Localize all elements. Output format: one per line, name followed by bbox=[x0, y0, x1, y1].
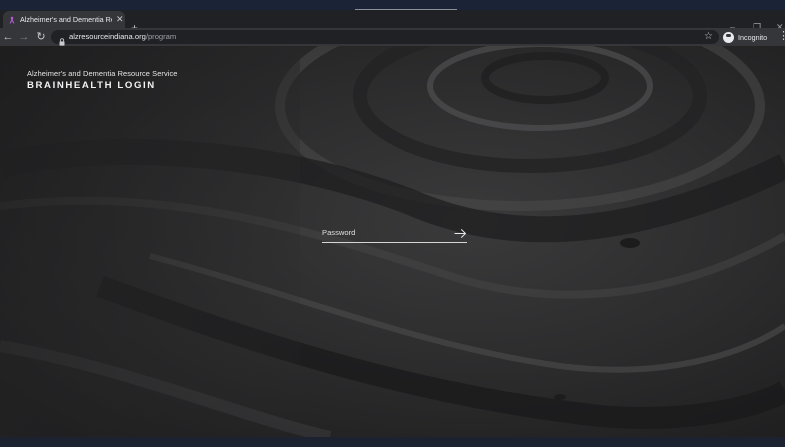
purple-ribbon-icon bbox=[8, 16, 16, 24]
browser-window: Alzheimer's and Dementia Resou ✕ + ⌄ – ❐… bbox=[0, 0, 785, 447]
url-text[interactable]: alzresourceindiana.org/program bbox=[69, 32, 176, 42]
close-icon[interactable]: ✕ bbox=[116, 15, 124, 24]
tab-bar: Alzheimer's and Dementia Resou ✕ + ⌄ – ❐… bbox=[0, 10, 785, 34]
top-strip bbox=[0, 0, 785, 10]
url-path: /program bbox=[145, 32, 177, 41]
url-domain: alzresourceindiana.org bbox=[69, 32, 146, 41]
address-bar[interactable]: alzresourceindiana.org/program ☆ bbox=[51, 30, 719, 46]
incognito-profile-button[interactable]: Incognito bbox=[723, 30, 767, 44]
brand-subtitle: Alzheimer's and Dementia Resource Servic… bbox=[27, 69, 178, 78]
kebab-menu-icon[interactable]: ⋮ bbox=[778, 29, 785, 43]
password-field-group bbox=[322, 223, 467, 243]
password-input[interactable] bbox=[322, 226, 447, 238]
page-content: Alzheimer's and Dementia Resource Servic… bbox=[0, 46, 785, 437]
forward-arrow-icon[interactable]: → bbox=[17, 30, 31, 44]
reload-icon[interactable]: ↻ bbox=[34, 30, 48, 44]
profile-label: Incognito bbox=[738, 32, 768, 42]
arrow-right-icon[interactable] bbox=[454, 226, 467, 238]
incognito-icon bbox=[723, 31, 734, 43]
back-arrow-icon[interactable]: ← bbox=[1, 30, 15, 44]
taskbar-strip bbox=[0, 437, 785, 447]
page-title: BRAINHEALTH LOGIN bbox=[27, 80, 156, 91]
tab-title: Alzheimer's and Dementia Resou bbox=[20, 15, 112, 24]
browser-toolbar: ← → ↻ alzresourceindiana.org/program ☆ I… bbox=[0, 28, 785, 46]
browser-tab[interactable]: Alzheimer's and Dementia Resou ✕ bbox=[3, 11, 125, 28]
star-icon[interactable]: ☆ bbox=[704, 30, 713, 44]
